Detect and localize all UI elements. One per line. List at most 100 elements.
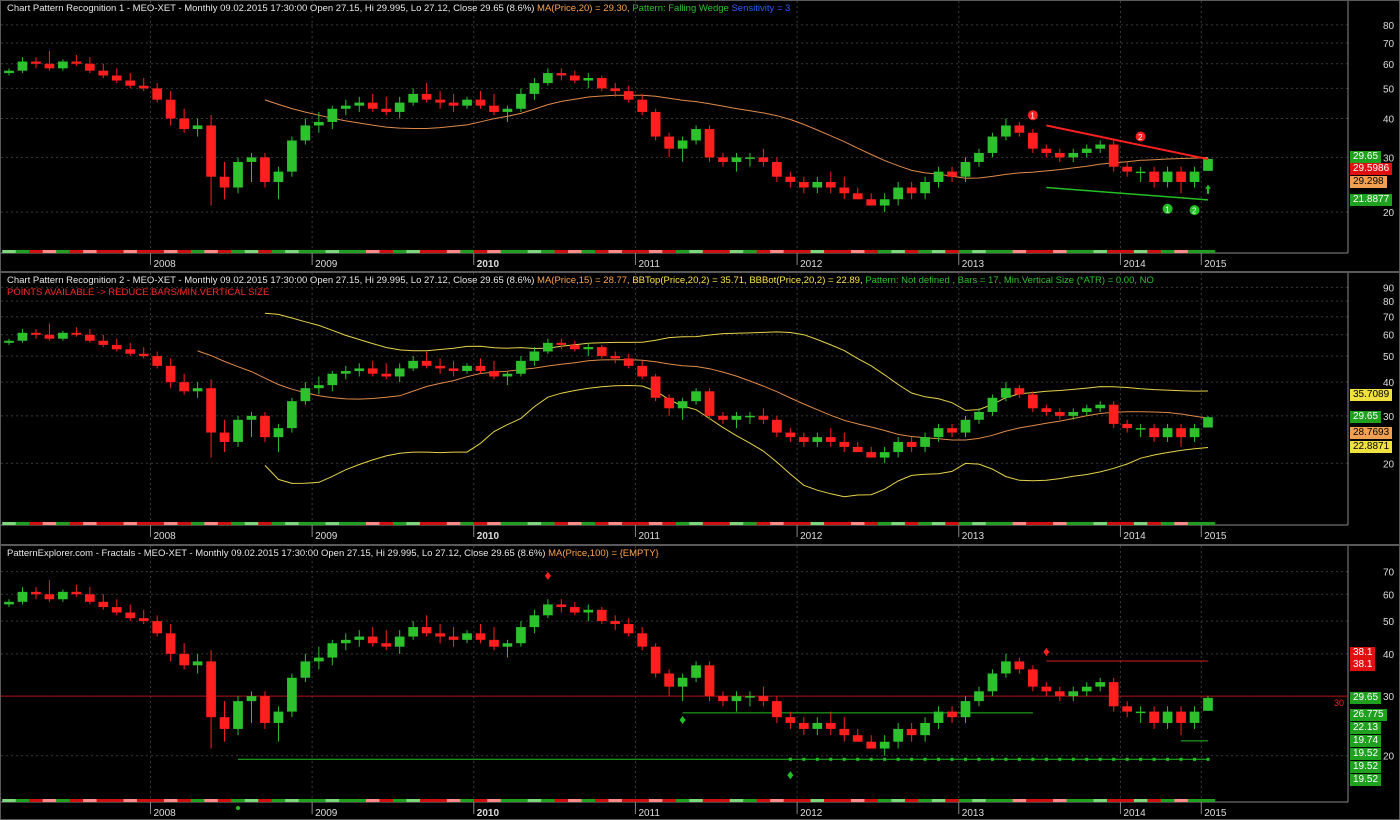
trend-strip-segment bbox=[136, 250, 151, 253]
candle-body bbox=[866, 199, 877, 206]
trend-strip-segment bbox=[729, 799, 744, 802]
candle-body bbox=[583, 77, 594, 81]
candle-body bbox=[314, 657, 324, 662]
candle-body bbox=[772, 161, 782, 177]
candle-body bbox=[448, 636, 459, 640]
trend-strip-segment bbox=[446, 522, 461, 525]
candle-body bbox=[475, 99, 486, 106]
trend-strip-segment bbox=[29, 250, 44, 253]
fractal-dot bbox=[923, 757, 927, 761]
trend-strip-segment bbox=[339, 250, 354, 253]
pane-1-plot[interactable]: 807060504030202008 2009 2010 2011 2012 2013 20… bbox=[1, 1, 1399, 271]
chart-pane-1[interactable]: Chart Pattern Recognition 1 - MEO-XET - … bbox=[0, 0, 1400, 272]
fractal-dot bbox=[1112, 757, 1116, 761]
candle-body bbox=[71, 61, 82, 64]
trend-strip-segment bbox=[904, 522, 919, 525]
candle-body bbox=[165, 633, 176, 654]
candle-body bbox=[448, 368, 459, 372]
candle-body bbox=[394, 368, 405, 377]
price-tag-resistance: 38.1 bbox=[1350, 659, 1376, 671]
trend-strip-segment bbox=[635, 799, 650, 802]
candle-body bbox=[206, 388, 216, 433]
trend-strip-segment bbox=[150, 250, 165, 253]
candle-body bbox=[879, 199, 890, 206]
year-label: 2014 bbox=[1123, 531, 1146, 542]
fractal-dot bbox=[1125, 757, 1129, 761]
candle-body bbox=[179, 653, 189, 666]
candle-body bbox=[44, 334, 55, 339]
trend-strip-segment bbox=[918, 799, 933, 802]
trend-strip-segment bbox=[595, 250, 609, 253]
candle-body bbox=[610, 88, 621, 92]
trend-strip-segment bbox=[325, 522, 340, 525]
trend-strip-segment bbox=[29, 522, 44, 525]
trend-strip-segment bbox=[1120, 522, 1135, 525]
candle-body bbox=[300, 661, 311, 678]
trend-strip-segment bbox=[743, 799, 758, 802]
candle-body bbox=[84, 334, 95, 341]
candle-body bbox=[543, 73, 553, 84]
trend-strip-segment bbox=[675, 799, 690, 802]
trend-strip-segment bbox=[339, 522, 354, 525]
candle-body bbox=[462, 99, 472, 106]
trend-strip-segment bbox=[608, 522, 623, 525]
trend-strip-segment bbox=[298, 522, 313, 525]
candle-body bbox=[852, 735, 863, 742]
chart-pane-2[interactable]: Chart Pattern Recognition 2 - MEO-XET - … bbox=[0, 272, 1400, 545]
candle-body bbox=[1001, 125, 1011, 137]
pattern-point-label: 1 bbox=[1165, 205, 1170, 214]
candle-body bbox=[704, 665, 715, 697]
candle-body bbox=[489, 371, 499, 377]
candle-body bbox=[17, 591, 28, 602]
candle-body bbox=[1162, 711, 1173, 723]
candle-body bbox=[1001, 661, 1011, 674]
candle-body bbox=[556, 73, 567, 76]
candle-body bbox=[569, 344, 580, 350]
candle-body bbox=[111, 344, 122, 350]
pattern-point-label: 2 bbox=[1138, 133, 1143, 142]
trend-strip-segment bbox=[298, 799, 313, 802]
candle-body bbox=[947, 711, 957, 718]
trend-strip-segment bbox=[810, 250, 825, 253]
trend-strip-segment bbox=[29, 799, 44, 802]
candle-body bbox=[785, 176, 796, 183]
candle-body bbox=[165, 365, 176, 383]
candle-body bbox=[17, 61, 28, 71]
pane-2-pattern-readout: Pattern: Not defined , Bars = 17, Min.Ve… bbox=[865, 275, 1154, 286]
candle-body bbox=[691, 665, 701, 678]
price-tag-ma: 29.298 bbox=[1350, 175, 1387, 188]
candle-body bbox=[354, 636, 365, 640]
pane-3-plot[interactable]: 70 60 50 40 30 20 2008 2009 2010 2011 2012 2013 2014… bbox=[1, 546, 1399, 819]
fractal-up-marker bbox=[1043, 648, 1050, 657]
trend-strip-segment bbox=[554, 799, 569, 802]
trend-strip-segment bbox=[527, 522, 542, 525]
candle-body bbox=[273, 171, 284, 183]
candle-body bbox=[125, 612, 136, 619]
trend-strip-segment bbox=[541, 250, 556, 253]
trend-strip-segment bbox=[487, 250, 502, 253]
candle-body bbox=[893, 187, 903, 200]
candle-body bbox=[125, 80, 136, 86]
trend-strip-segment bbox=[419, 522, 434, 525]
chart-pane-3[interactable]: PatternExplorer.com - Fractals - MEO-XET… bbox=[0, 545, 1400, 820]
candle-body bbox=[462, 633, 472, 640]
candle-body bbox=[623, 624, 634, 634]
candle-body bbox=[1028, 132, 1038, 149]
trend-strip-segment bbox=[581, 799, 596, 802]
trend-strip-segment bbox=[797, 799, 812, 802]
year-label: 2013 bbox=[962, 808, 985, 819]
trend-strip-segment bbox=[2, 250, 17, 253]
candle-body bbox=[475, 633, 486, 640]
candle-body bbox=[569, 75, 580, 81]
pane-2-plot[interactable]: 90 80 70 60 50 40 30 20 2008 2009 2010 2011 2012 2013… bbox=[1, 273, 1399, 544]
trend-strip-segment bbox=[1106, 522, 1121, 525]
candle-body bbox=[1203, 417, 1213, 428]
price-tag-bbtop: 35.7089 bbox=[1350, 389, 1393, 402]
price-tag-support: 19.52 bbox=[1350, 760, 1382, 773]
price-tag-wedge-lower: 21.8877 bbox=[1350, 193, 1393, 206]
trend-strip-segment bbox=[729, 250, 744, 253]
trend-strip-segment bbox=[514, 250, 529, 253]
fractal-dot bbox=[883, 757, 887, 761]
trend-strip-segment bbox=[595, 799, 609, 802]
candle-body bbox=[596, 347, 607, 357]
